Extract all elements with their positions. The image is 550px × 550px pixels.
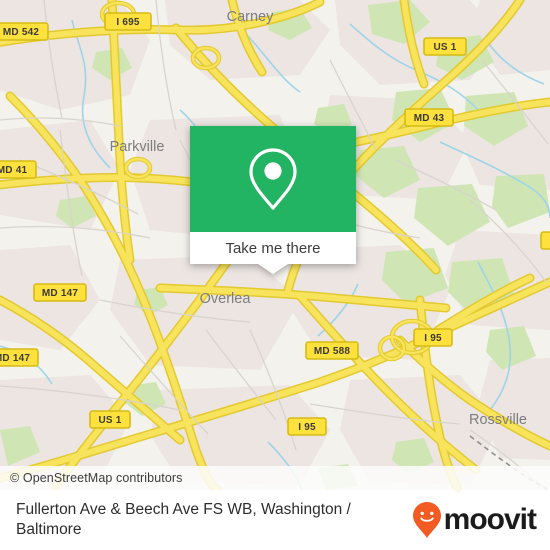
svg-text:MD 588: MD 588 <box>314 346 350 357</box>
map-screen: Carney Parkville Overlea Rossville MD 54… <box>0 0 550 550</box>
attribution-text: © OpenStreetMap contributors <box>10 471 183 485</box>
svg-text:MD 147: MD 147 <box>42 288 78 299</box>
place-label: Overlea <box>200 291 252 307</box>
road-shield: I 95 <box>287 417 327 436</box>
svg-text:I 95: I 95 <box>298 422 316 433</box>
svg-text:I 695: I 695 <box>116 17 139 28</box>
svg-text:MD 147: MD 147 <box>0 353 30 364</box>
svg-text:MD 43: MD 43 <box>414 113 445 124</box>
road-shield: I 695 <box>104 12 152 31</box>
popup-tail <box>258 264 288 274</box>
map-popup[interactable]: Take me there <box>190 126 356 274</box>
map-attribution[interactable]: © OpenStreetMap contributors <box>0 466 550 490</box>
road-shield: MD 542 <box>0 22 49 41</box>
moovit-logo[interactable]: moovit <box>412 501 537 539</box>
road-shield: MD 588 <box>305 341 359 360</box>
svg-text:I 95: I 95 <box>424 333 442 344</box>
road-shield: US 1 <box>423 37 467 56</box>
place-label: Parkville <box>110 139 165 155</box>
svg-text:US 1: US 1 <box>433 42 456 53</box>
page-title: Fullerton Ave & Beech Ave FS WB, Washing… <box>16 500 351 538</box>
footer-bar: Fullerton Ave & Beech Ave FS WB, Washing… <box>0 490 550 550</box>
road-shield: I 95 <box>413 328 453 347</box>
svg-text:MD 41: MD 41 <box>0 165 27 176</box>
place-label: Carney <box>227 9 274 25</box>
road-shield: MD 147 <box>33 283 87 302</box>
road-shield: MD 41 <box>0 160 37 179</box>
map-pin-icon <box>249 148 297 210</box>
place-label: Rossville <box>469 412 527 428</box>
road-shield-clipped <box>540 231 550 250</box>
road-shield: US 1 <box>89 410 131 429</box>
svg-text:US 1: US 1 <box>98 415 121 426</box>
take-me-there-label: Take me there <box>225 239 321 257</box>
svg-text:MD 542: MD 542 <box>3 27 39 38</box>
popup-header <box>190 126 356 232</box>
road-shield: MD 147 <box>0 348 39 367</box>
take-me-there-button[interactable]: Take me there <box>190 232 356 264</box>
moovit-pin-icon <box>412 502 441 538</box>
road-shield: MD 43 <box>404 108 454 127</box>
moovit-wordmark: moovit <box>443 503 537 536</box>
